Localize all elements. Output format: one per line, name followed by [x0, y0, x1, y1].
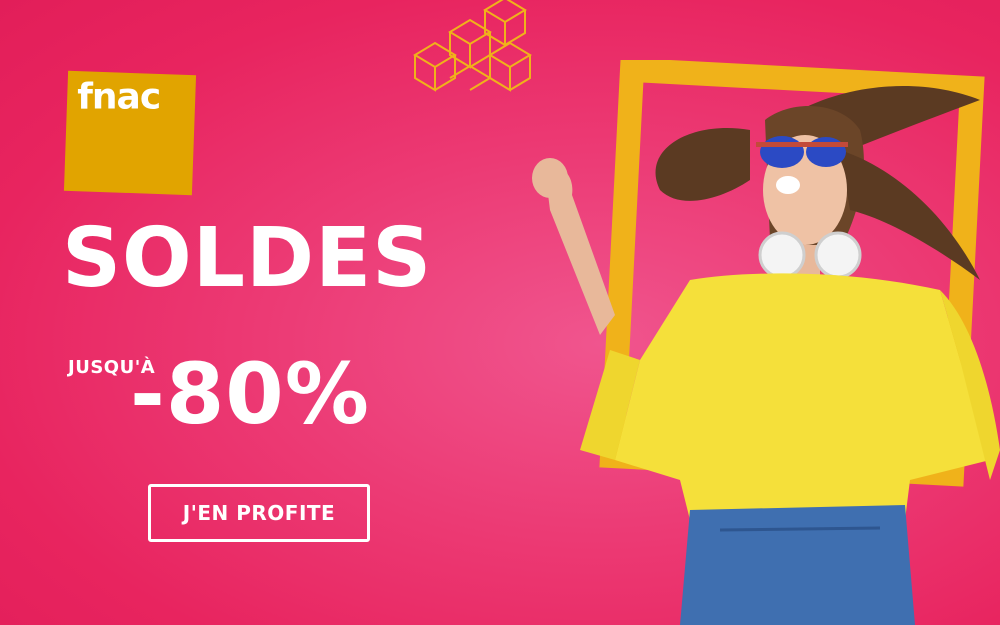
discount-value: -80%: [130, 345, 370, 443]
model-photo: [532, 60, 1000, 625]
jeans: [680, 505, 915, 625]
fnac-logo[interactable]: fnac: [63, 70, 197, 196]
cta-button[interactable]: J'EN PROFITE: [148, 484, 370, 542]
logo-text: fnac: [77, 76, 161, 118]
promo-banner[interactable]: fnac SOLDES JUSQU'À -80% J'EN PROFITE: [0, 0, 1000, 625]
left-arm: [532, 158, 615, 335]
headline: SOLDES: [62, 211, 433, 306]
